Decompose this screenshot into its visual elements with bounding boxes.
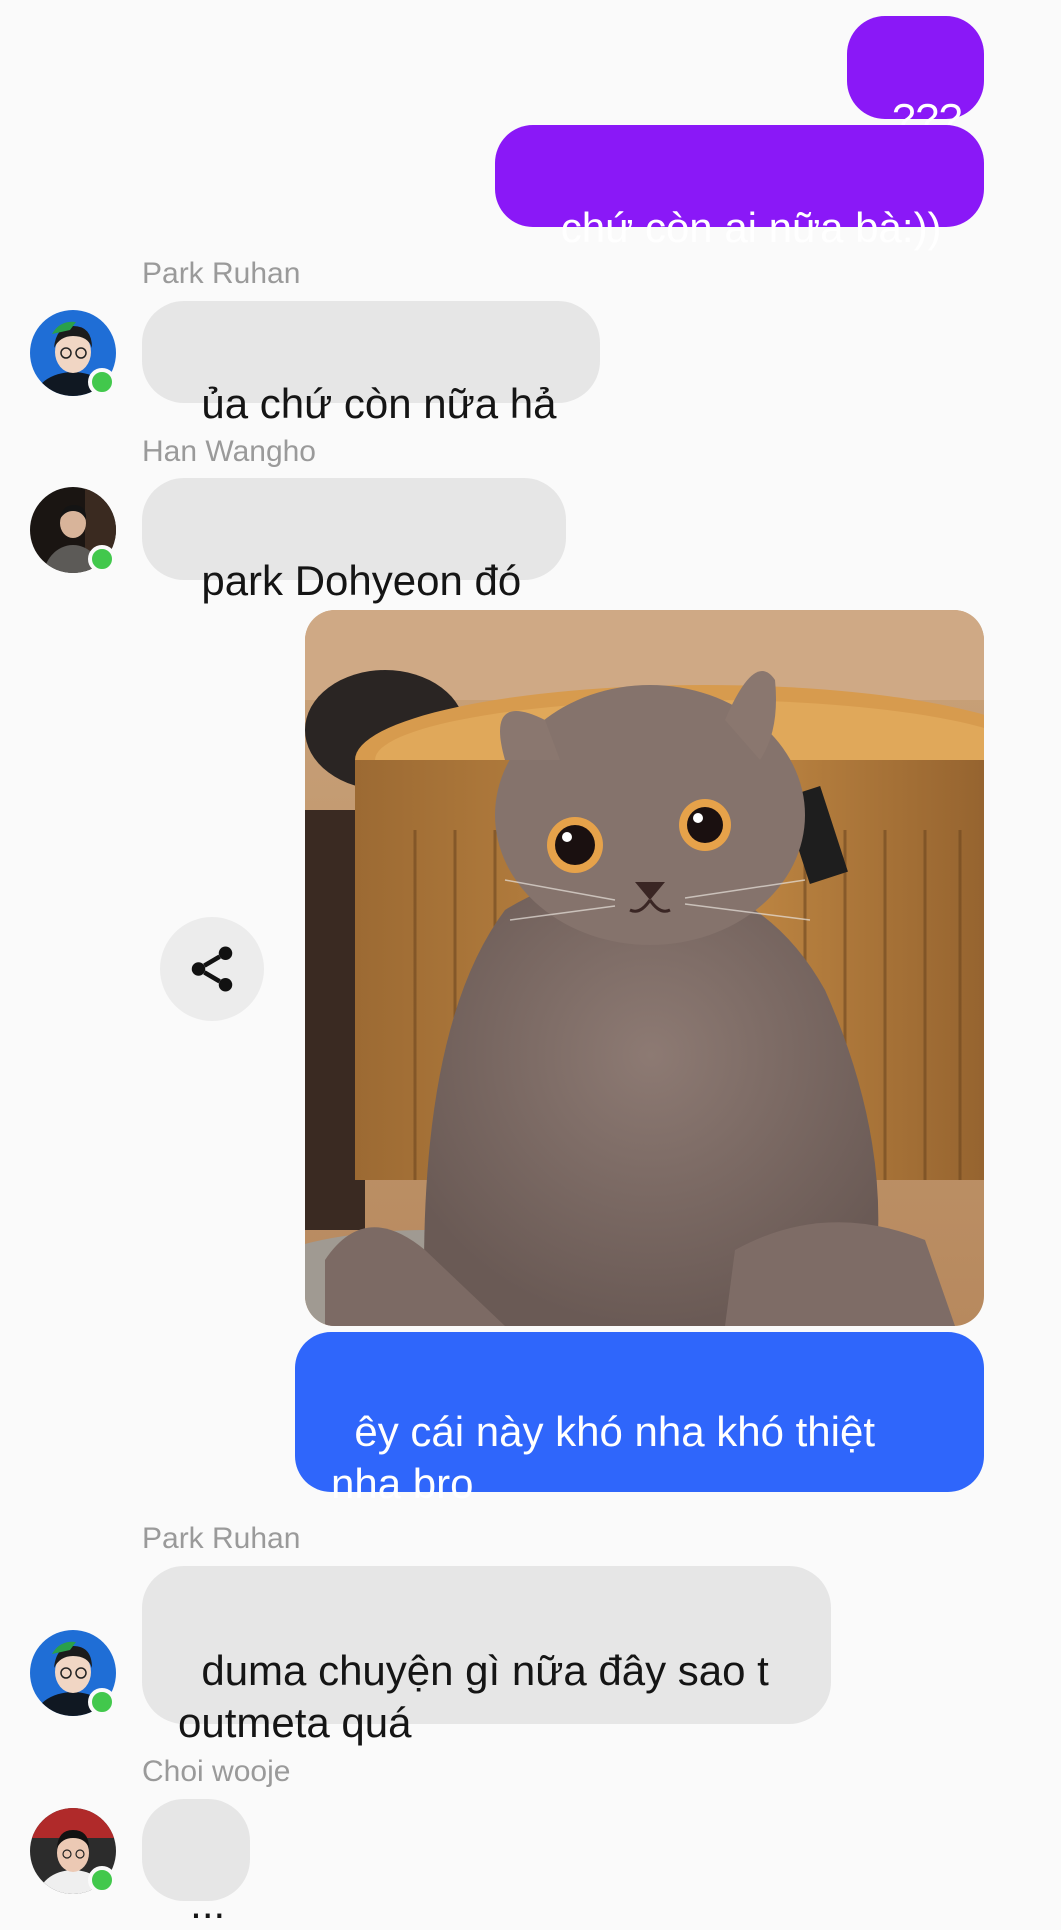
share-button[interactable] [160,917,264,1021]
sender-name: Park Ruhan [142,1522,301,1555]
sender-name: Han Wangho [142,435,316,468]
sender-name: Choi wooje [142,1755,291,1788]
message-text: chứ còn ai nữa bà:)) [560,204,942,251]
online-status-dot [88,1688,116,1716]
message-text: êy cái này khó nha khó thiệt nha bro [331,1408,887,1507]
message-bubble-outgoing[interactable]: ??? [847,16,984,142]
online-status-dot [88,368,116,396]
avatar[interactable] [30,487,116,573]
shared-image[interactable] [305,610,984,1326]
message-bubble-incoming[interactable]: ủa chứ còn nữa hả [142,301,600,427]
avatar[interactable] [30,1808,116,1894]
message-bubble-outgoing[interactable]: chứ còn ai nữa bà:)) [495,125,984,251]
share-icon [191,946,233,992]
cat-photo [305,610,984,1326]
avatar[interactable] [30,310,116,396]
message-text: ủa chứ còn nữa hả [201,380,557,427]
sender-name: Park Ruhan [142,257,301,290]
message-bubble-outgoing[interactable]: êy cái này khó nha khó thiệt nha bro [295,1332,984,1507]
message-bubble-incoming[interactable]: ... [142,1799,250,1927]
online-status-dot [88,545,116,573]
message-text: duma chuyện gì nữa đây sao t outmeta quá [178,1647,781,1746]
message-bubble-incoming[interactable]: park Dohyeon đó [142,478,566,604]
avatar[interactable] [30,1630,116,1716]
message-bubble-incoming[interactable]: duma chuyện gì nữa đây sao t outmeta quá [142,1566,831,1746]
message-text: park Dohyeon đó [201,557,522,604]
online-status-dot [88,1866,116,1894]
